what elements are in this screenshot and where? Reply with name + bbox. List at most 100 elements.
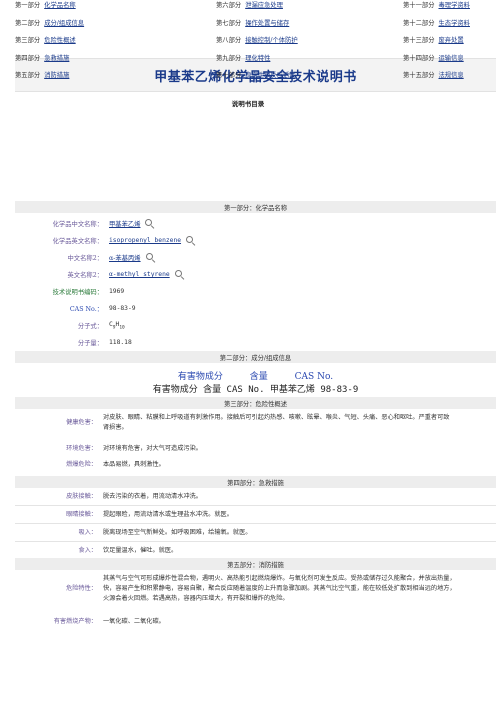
section-header-part1: 第一部分：化学品名称 <box>15 201 496 213</box>
toc-item: 第八部分 接触控制/个体防护 <box>216 35 298 45</box>
toc-item-link[interactable]: 毒理学资料 <box>438 2 469 9</box>
toc-item: 第四部分 急救措施 <box>15 53 69 63</box>
toc-item: 第十五部分 法规信息 <box>403 70 464 80</box>
section-header-part3: 第三部分：危险性概述 <box>15 397 496 409</box>
toc-item-number: 第十四部分 <box>403 55 435 62</box>
fire-hazard-row: 燃爆危险： 本品易燃，具刺激性。 <box>15 460 496 470</box>
toc-item: 第七部分 操作处置与储存 <box>216 18 289 28</box>
divider <box>15 505 496 506</box>
tech-no-label: 技术说明书编码： <box>52 289 103 296</box>
env-hazard-label: 环境危害： <box>66 445 97 452</box>
composition-line: 有害物成分 含量 CAS No. 甲基苯乙烯 98-83-9 <box>152 385 359 395</box>
toc-item-link[interactable]: 法规信息 <box>438 72 463 79</box>
combustion-products-label: 有害燃烧产物： <box>53 618 97 625</box>
hazard-properties-text: 其蒸气与空气可形成爆炸性混合物，遇明火、高热能引起燃烧爆炸。与氧化剂可发生反应。… <box>103 575 456 602</box>
search-icon[interactable] <box>145 219 154 228</box>
composition-col-name: 有害物成分 <box>177 372 223 382</box>
formula-label: 分子式： <box>77 323 103 331</box>
eye-contact-row: 眼睛接触： 提起眼睑，用流动清水或生理盐水冲洗。就医。 <box>15 510 496 520</box>
search-icon[interactable] <box>145 253 155 262</box>
toc-item: 第六部分 泄漏应急处理 <box>216 0 283 10</box>
hazard-properties-label: 危险特性： <box>66 585 97 592</box>
toc-item: 第一部分 化学品名称 <box>15 0 76 10</box>
composition-col-cas: CAS No. <box>294 372 334 382</box>
toc-item-number: 第七部分 <box>216 20 242 27</box>
toc-item: 第十部分 稳定性和反应活性 <box>216 70 296 80</box>
cas-label: CAS No.： <box>69 306 103 313</box>
inhalation-row: 吸入： 脱离现场至空气新鲜处。如呼吸困难，给输氧。就医。 <box>15 528 496 538</box>
toc-item-link[interactable]: 废弃处置 <box>438 37 463 44</box>
cas-value: 98-83-9 <box>109 305 136 312</box>
toc-item-link[interactable]: 消防措施 <box>44 72 69 79</box>
toc-item-number: 第十二部分 <box>403 20 435 27</box>
en-name2-link[interactable]: α-methyl styrene <box>109 271 170 278</box>
toc-item-number: 第十一部分 <box>403 2 435 9</box>
cas-row: CAS No.： 98-83-9 <box>15 304 136 313</box>
toc-item-number: 第一部分 <box>15 2 41 9</box>
toc-item-link[interactable]: 运输信息 <box>438 55 463 62</box>
en-name-link[interactable]: isopropenyl benzene <box>109 237 181 244</box>
health-hazard-text: 对皮肤、眼睛、粘膜和上呼吸道有刺激作用。接触后可引起灼热感、咳嗽、眩晕、喉炎、气… <box>103 414 450 431</box>
mw-label: 分子量： <box>77 340 103 347</box>
combustion-products-text: 一氧化碳、二氧化碳。 <box>103 618 165 625</box>
cn-name-link[interactable]: 甲基苯乙烯 <box>109 219 140 228</box>
toc-item-link[interactable]: 接触控制/个体防护 <box>245 37 298 44</box>
toc-item-number: 第六部分 <box>216 2 242 9</box>
tech-no-value: 1969 <box>109 288 125 295</box>
ingestion-row: 食入： 饮足量温水，催吐。就医。 <box>15 546 496 556</box>
fire-hazard-text: 本品易燃，具刺激性。 <box>103 461 165 468</box>
toc-item: 第九部分 理化特性 <box>216 53 270 63</box>
cn-name2-link[interactable]: α-苯基丙烯 <box>109 253 141 262</box>
section-header-part5: 第五部分：消防措施 <box>15 558 496 570</box>
toc-item: 第十二部分 生态学资料 <box>403 18 470 28</box>
formula-value: C9H10 <box>109 321 125 331</box>
mw-row: 分子量： 118.18 <box>15 338 132 347</box>
skin-contact-row: 皮肤接触： 脱去污染的衣着，用流动清水冲洗。 <box>15 492 496 502</box>
skin-contact-text: 脱去污染的衣着，用流动清水冲洗。 <box>103 493 202 500</box>
section-header-part2: 第二部分：成分/组成信息 <box>15 351 496 363</box>
toc-item: 第十一部分 毒理学资料 <box>403 0 470 10</box>
search-icon[interactable] <box>186 236 195 245</box>
toc-item-number: 第九部分 <box>216 55 242 62</box>
toc-item-link[interactable]: 化学品名称 <box>44 2 75 9</box>
toc-item: 第十四部分 运输信息 <box>403 53 464 63</box>
toc-item-link[interactable]: 泄漏应急处理 <box>245 2 283 9</box>
cn-name2-row: 中文名称2： α-苯基丙烯 <box>15 253 155 262</box>
toc-item-number: 第五部分 <box>15 72 41 79</box>
toc-item-number: 第十五部分 <box>403 72 435 79</box>
health-hazard-row: 健康危害： 对皮肤、眼睛、粘膜和上呼吸道有刺激作用。接触后可引起灼热感、咳嗽、眩… <box>15 413 496 433</box>
en-name2-label: 英文名称2： <box>67 272 104 279</box>
search-icon[interactable] <box>174 270 184 279</box>
eye-contact-label: 眼睛接触： <box>66 511 97 518</box>
toc-item-link[interactable]: 危险性概述 <box>44 37 75 44</box>
composition-col-content: 含量 <box>249 372 268 382</box>
toc-item-link[interactable]: 生态学资料 <box>438 20 469 27</box>
toc-item-number: 第十部分 <box>216 72 242 79</box>
divider <box>15 541 496 542</box>
toc-item-link[interactable]: 操作处置与储存 <box>245 20 289 27</box>
inhalation-text: 脱离现场至空气新鲜处。如呼吸困难，给输氧。就医。 <box>103 529 252 536</box>
mw-value: 118.18 <box>109 339 132 346</box>
cn-name-label: 化学品中文名称： <box>52 221 103 228</box>
toc-item: 第三部分 危险性概述 <box>15 35 76 45</box>
toc-item: 第十三部分 废弃处置 <box>403 35 464 45</box>
en-name-label: 化学品英文名称： <box>52 238 103 245</box>
en-name-row: 化学品英文名称： isopropenyl benzene <box>15 236 195 245</box>
toc-item: 第五部分 消防措施 <box>15 70 69 80</box>
document-page: 甲基苯乙烯化学品安全技术说明书 说明书目录 第一部分 化学品名称 第二部分 成分/组成… <box>0 0 496 702</box>
toc-item-number: 第四部分 <box>15 55 41 62</box>
composition-header: 有害物成分 含量 CAS No. <box>15 369 496 382</box>
toc-item: 第二部分 成分/组成信息 <box>15 18 84 28</box>
toc-item-number: 第十三部分 <box>403 37 435 44</box>
toc-item-link[interactable]: 成分/组成信息 <box>44 20 84 27</box>
toc-item-number: 第八部分 <box>216 37 242 44</box>
section-header-part4: 第四部分：急救措施 <box>15 476 496 488</box>
toc-item-link[interactable]: 稳定性和反应活性 <box>245 72 295 79</box>
toc-item-number: 第二部分 <box>15 20 41 27</box>
eye-contact-text: 提起眼睑，用流动清水或生理盐水冲洗。就医。 <box>103 511 233 518</box>
tech-no-row: 技术说明书编码： 1969 <box>15 287 125 296</box>
toc-item-number: 第三部分 <box>15 37 41 44</box>
toc-item-link[interactable]: 理化特性 <box>245 55 270 62</box>
toc-item-link[interactable]: 急救措施 <box>44 55 69 62</box>
env-hazard-row: 环境危害： 对环境有危害，对大气可造成污染。 <box>15 444 496 454</box>
